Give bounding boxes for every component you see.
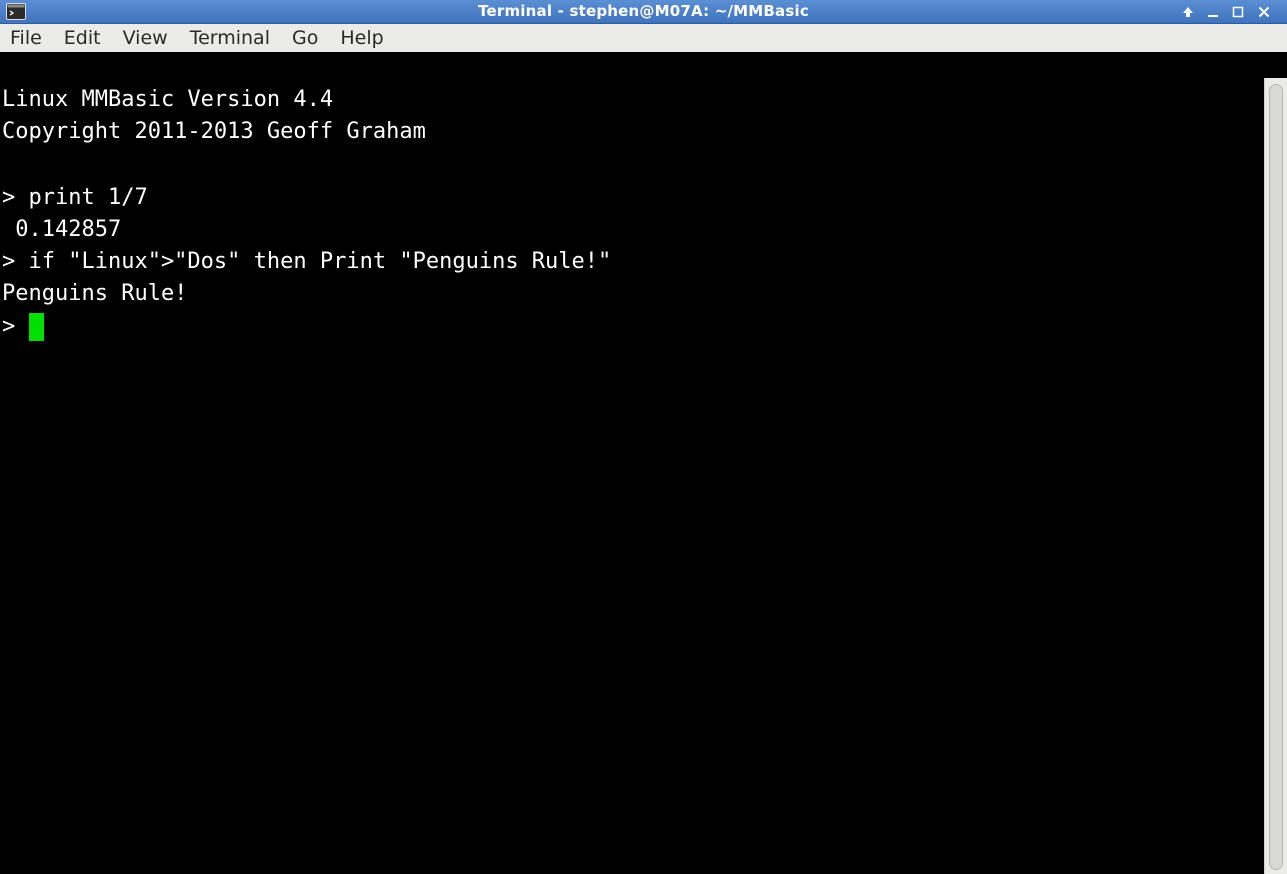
menu-help[interactable]: Help (329, 24, 394, 52)
menu-terminal[interactable]: Terminal (179, 24, 281, 52)
cursor (28, 313, 44, 341)
scrollbar-thumb[interactable] (1269, 84, 1283, 870)
menu-go[interactable]: Go (281, 24, 329, 52)
terminal-line: Linux MMBasic Version 4.4 (2, 87, 334, 112)
terminal-output[interactable]: Linux MMBasic Version 4.4 Copyright 2011… (0, 78, 1262, 874)
menu-edit[interactable]: Edit (53, 24, 112, 52)
maximize-button[interactable] (1226, 0, 1250, 24)
menu-view[interactable]: View (112, 24, 179, 52)
prompt-line[interactable]: > (2, 311, 44, 343)
terminal-window: Terminal - stephen@M07A: ~/MMBasic File … (0, 0, 1287, 874)
terminal-line: 0.142857 (2, 217, 122, 242)
window-title: Terminal - stephen@M07A: ~/MMBasic (478, 2, 809, 20)
prompt: > (2, 314, 29, 339)
terminal-line: > print 1/7 (2, 185, 148, 210)
menu-bar: File Edit View Terminal Go Help (0, 24, 1287, 52)
terminal-line: > if "Linux">"Dos" then Print "Penguins … (2, 249, 612, 274)
shade-button[interactable] (1176, 0, 1200, 24)
arrow-up-icon (1183, 7, 1193, 17)
terminal-line: Penguins Rule! (2, 281, 188, 306)
minimize-icon (1208, 15, 1218, 17)
close-icon (1258, 6, 1270, 18)
title-bar[interactable]: Terminal - stephen@M07A: ~/MMBasic (0, 0, 1287, 24)
maximize-icon (1232, 6, 1244, 18)
close-button[interactable] (1252, 0, 1276, 24)
terminal-line: Copyright 2011-2013 Geoff Graham (2, 119, 426, 144)
minimize-button[interactable] (1201, 0, 1225, 24)
menu-file[interactable]: File (0, 24, 53, 52)
vertical-scrollbar[interactable] (1264, 78, 1287, 874)
